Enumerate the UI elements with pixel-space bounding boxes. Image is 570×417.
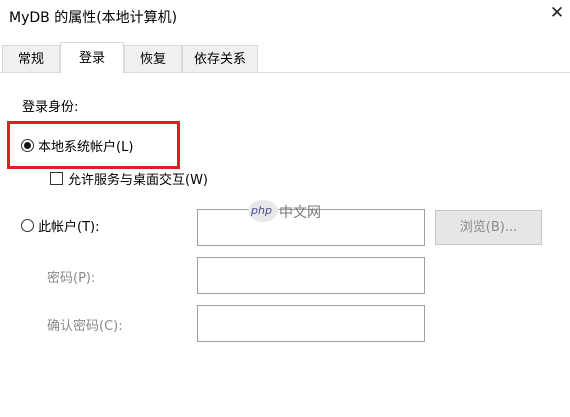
watermark-site-text: 中文网	[279, 205, 321, 221]
confirm-password-label: 确认密码(C):	[47, 319, 123, 334]
tab-logon[interactable]: 登录	[60, 42, 124, 73]
local-system-label[interactable]: 本地系统帐户(L)	[38, 136, 133, 155]
browse-button[interactable]: 浏览(B)...	[435, 210, 542, 245]
window-title: MyDB 的属性(本地计算机)	[9, 10, 178, 26]
confirm-password-input[interactable]	[197, 305, 425, 342]
local-system-radio[interactable]	[21, 139, 34, 152]
tab-recovery[interactable]: 恢复	[124, 45, 182, 72]
logon-as-label: 登录身份:	[22, 100, 79, 115]
title-bar: MyDB 的属性(本地计算机) ✕	[0, 0, 570, 34]
radio-selected-dot	[24, 142, 31, 149]
this-account-radio[interactable]	[21, 219, 34, 232]
allow-desktop-label[interactable]: 允许服务与桌面交互(W)	[68, 169, 208, 188]
password-label: 密码(P):	[47, 271, 96, 286]
tab-general[interactable]: 常规	[2, 45, 60, 72]
watermark-php-text: php	[251, 204, 272, 217]
tab-dependencies[interactable]: 依存关系	[182, 45, 258, 72]
this-account-label[interactable]: 此帐户(T):	[38, 216, 99, 235]
password-input[interactable]	[197, 257, 425, 294]
close-icon[interactable]: ✕	[546, 3, 568, 23]
watermark-logo: php 中文网	[248, 200, 328, 224]
allow-desktop-checkbox[interactable]	[50, 172, 63, 185]
